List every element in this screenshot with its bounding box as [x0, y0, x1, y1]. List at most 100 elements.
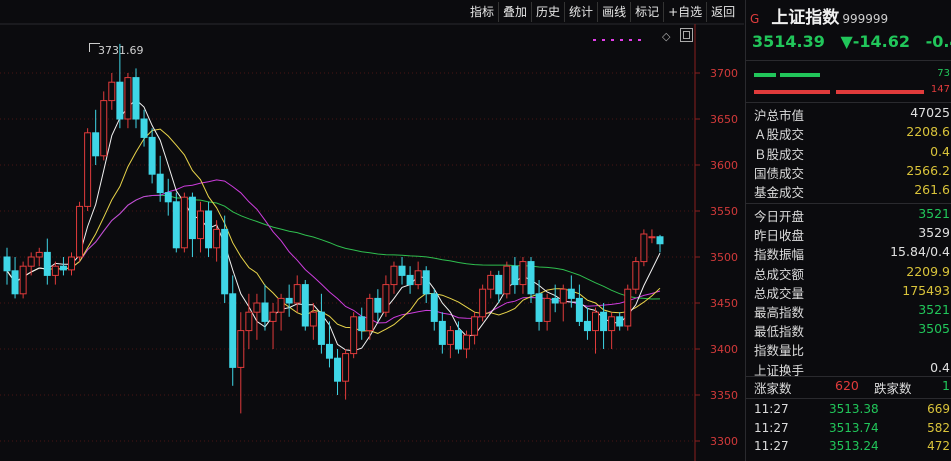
toolbar-add-watchlist-button[interactable]: +自选 — [663, 2, 706, 22]
candle[interactable] — [277, 293, 285, 331]
stat-row: 最高指数 3521 — [746, 302, 951, 321]
candle[interactable] — [180, 192, 188, 253]
candle[interactable] — [293, 275, 301, 313]
candle[interactable] — [422, 266, 430, 303]
tick-time: 11:27 — [754, 420, 789, 435]
candle[interactable] — [172, 192, 180, 253]
candle[interactable] — [454, 321, 462, 354]
stat-label: 沪总市值 — [754, 108, 805, 123]
toolbar-mark-button[interactable]: 标记 — [630, 2, 663, 22]
candle[interactable] — [84, 128, 92, 211]
y-tick-label: 3550 — [710, 205, 738, 218]
candle[interactable] — [132, 68, 140, 129]
candle[interactable] — [100, 91, 108, 161]
stat-label: Ｂ股成交 — [754, 146, 805, 162]
candle[interactable] — [438, 312, 446, 354]
candle[interactable] — [430, 289, 438, 331]
kline-chart[interactable]: 指标 叠加 历史 统计 画线 标记 +自选 返回 ◇ 3731.69 3700 … — [0, 0, 744, 461]
candle[interactable] — [188, 192, 196, 257]
toolbar-statistics-button[interactable]: 统计 — [564, 2, 597, 22]
candle[interactable] — [317, 293, 325, 354]
candle[interactable] — [446, 326, 454, 359]
candle-body-down — [172, 201, 180, 249]
candle[interactable] — [583, 307, 591, 340]
candle[interactable] — [124, 73, 132, 129]
candle[interactable] — [374, 289, 382, 322]
candle[interactable] — [559, 284, 567, 322]
candle[interactable] — [205, 201, 213, 257]
toolbar-indicator-button[interactable]: 指标 — [466, 2, 498, 22]
toolbar-drawline-button[interactable]: 画线 — [597, 2, 630, 22]
window-toggle-icon[interactable] — [680, 28, 693, 42]
candle[interactable] — [656, 234, 664, 253]
candle[interactable] — [334, 349, 342, 395]
candle[interactable] — [406, 266, 414, 294]
candle[interactable] — [92, 109, 100, 165]
candle-body-up — [648, 236, 656, 239]
candle[interactable] — [471, 312, 479, 345]
candle[interactable] — [269, 303, 277, 349]
candle[interactable] — [140, 109, 148, 147]
candle[interactable] — [600, 303, 608, 349]
candle[interactable] — [3, 247, 11, 285]
candle[interactable] — [196, 201, 204, 253]
toolbar-back-button[interactable]: 返回 — [706, 2, 739, 22]
stat-row: 指数量比 — [746, 340, 951, 359]
toolbar-overlay-button[interactable]: 叠加 — [498, 2, 531, 22]
candle[interactable] — [342, 349, 350, 400]
candle[interactable] — [487, 270, 495, 299]
candle[interactable] — [479, 284, 487, 322]
candle[interactable] — [592, 307, 600, 354]
candle[interactable] — [519, 257, 527, 294]
toolbar-history-button[interactable]: 历史 — [531, 2, 564, 22]
candle[interactable] — [511, 257, 519, 294]
candle-body-down — [358, 316, 366, 332]
candle[interactable] — [108, 73, 116, 110]
candle[interactable] — [285, 284, 293, 317]
candle[interactable] — [463, 330, 471, 359]
candle-body-up — [640, 233, 648, 263]
candle[interactable] — [632, 257, 640, 294]
candle[interactable] — [608, 312, 616, 349]
candle[interactable] — [148, 128, 156, 184]
candle[interactable] — [382, 275, 390, 317]
candle[interactable] — [543, 293, 551, 331]
diamond-icon[interactable]: ◇ — [662, 30, 670, 43]
stat-label: Ａ股成交 — [754, 127, 805, 143]
candle[interactable] — [27, 252, 35, 276]
candle[interactable] — [237, 312, 245, 414]
candle-body-up — [124, 77, 132, 120]
candle[interactable] — [503, 261, 511, 299]
candle[interactable] — [43, 238, 51, 285]
candle[interactable] — [67, 252, 75, 276]
tick-row: 11:27 3513.74 582 — [746, 421, 951, 439]
candle[interactable] — [350, 312, 358, 359]
candle[interactable] — [309, 303, 317, 340]
candle[interactable] — [414, 261, 422, 290]
candle[interactable] — [59, 257, 67, 276]
candle[interactable] — [76, 201, 84, 262]
candle-body-down — [495, 274, 503, 295]
candle[interactable] — [575, 284, 583, 326]
candle[interactable] — [398, 257, 406, 285]
candle[interactable] — [229, 275, 237, 386]
candle[interactable] — [624, 284, 632, 331]
candle-body-down — [616, 316, 624, 327]
candle[interactable] — [640, 229, 648, 267]
kline-svg[interactable] — [0, 0, 744, 461]
candle[interactable] — [616, 312, 624, 331]
candle[interactable] — [325, 321, 333, 368]
candle[interactable] — [164, 178, 172, 216]
candle[interactable] — [213, 220, 221, 262]
candle-body-down — [301, 284, 309, 327]
candle[interactable] — [358, 307, 366, 340]
candle[interactable] — [19, 261, 27, 299]
y-tick-label: 3450 — [710, 297, 738, 310]
candle[interactable] — [35, 247, 43, 267]
candle-body-down — [406, 274, 414, 286]
candle[interactable] — [245, 293, 253, 349]
candle[interactable] — [390, 261, 398, 294]
candle[interactable] — [301, 280, 309, 331]
candle[interactable] — [11, 257, 19, 299]
candle[interactable] — [648, 229, 656, 244]
